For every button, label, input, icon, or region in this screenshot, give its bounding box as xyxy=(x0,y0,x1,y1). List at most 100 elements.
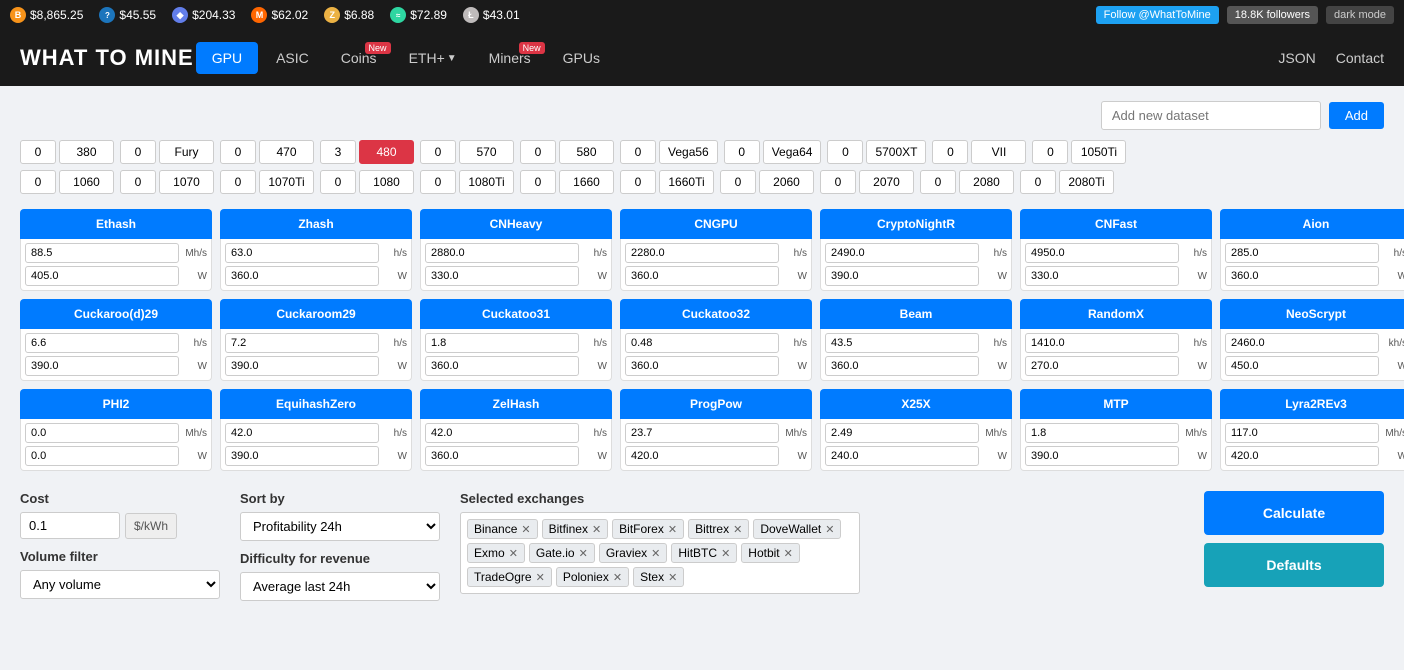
algo-button-cuckaroom29[interactable]: Cuckaroom29 xyxy=(220,299,412,329)
gpu-count-input[interactable] xyxy=(1032,140,1068,164)
algo-power-input-equihashzero[interactable] xyxy=(225,446,379,466)
difficulty-select[interactable]: Average last 24h xyxy=(240,572,440,601)
algo-power-input-cuckarood29[interactable] xyxy=(25,356,179,376)
gpu-count-input[interactable] xyxy=(220,170,256,194)
gpu-count-input[interactable] xyxy=(120,140,156,164)
algo-hashrate-input-ethash[interactable] xyxy=(25,243,179,263)
nav-link-contact[interactable]: Contact xyxy=(1336,50,1384,66)
remove-exchange-graviex[interactable]: ✕ xyxy=(651,547,660,560)
algo-button-x25x[interactable]: X25X xyxy=(820,389,1012,419)
follow-button[interactable]: Follow @WhatToMine xyxy=(1096,6,1219,24)
algo-power-input-cuckaroom29[interactable] xyxy=(225,356,379,376)
gpu-count-input[interactable] xyxy=(724,140,760,164)
gpu-count-input[interactable] xyxy=(620,170,656,194)
algo-button-lyra2rev3[interactable]: Lyra2REv3 xyxy=(1220,389,1404,419)
gpu-count-input[interactable] xyxy=(120,170,156,194)
algo-power-input-cngpu[interactable] xyxy=(625,266,779,286)
algo-button-mtp[interactable]: MTP xyxy=(1020,389,1212,419)
algo-button-cuckarood29[interactable]: Cuckaroo(d)29 xyxy=(20,299,212,329)
algo-hashrate-input-cnfast[interactable] xyxy=(1025,243,1179,263)
algo-power-input-cnfast[interactable] xyxy=(1025,266,1179,286)
algo-power-input-zelhash[interactable] xyxy=(425,446,579,466)
algo-power-input-randomx[interactable] xyxy=(1025,356,1179,376)
algo-hashrate-input-lyra2rev3[interactable] xyxy=(1225,423,1379,443)
algo-button-phi2[interactable]: PHI2 xyxy=(20,389,212,419)
algo-hashrate-input-aion[interactable] xyxy=(1225,243,1379,263)
algo-button-zelhash[interactable]: ZelHash xyxy=(420,389,612,419)
gpu-count-input[interactable] xyxy=(420,140,456,164)
algo-hashrate-input-beam[interactable] xyxy=(825,333,979,353)
algo-hashrate-input-cuckatoo31[interactable] xyxy=(425,333,579,353)
remove-exchange-exmo[interactable]: ✕ xyxy=(509,547,518,560)
algo-hashrate-input-cngpu[interactable] xyxy=(625,243,779,263)
algo-hashrate-input-zelhash[interactable] xyxy=(425,423,579,443)
algo-power-input-cryptonightr[interactable] xyxy=(825,266,979,286)
algo-button-cuckatoo31[interactable]: Cuckatoo31 xyxy=(420,299,612,329)
algo-hashrate-input-cnheavy[interactable] xyxy=(425,243,579,263)
algo-power-input-mtp[interactable] xyxy=(1025,446,1179,466)
remove-exchange-dovewallet[interactable]: ✕ xyxy=(825,523,834,536)
algo-button-randomx[interactable]: RandomX xyxy=(1020,299,1212,329)
remove-exchange-stex[interactable]: ✕ xyxy=(668,571,677,584)
gpu-count-input[interactable] xyxy=(320,170,356,194)
remove-exchange-hotbit[interactable]: ✕ xyxy=(784,547,793,560)
gpu-count-input[interactable] xyxy=(20,170,56,194)
algo-button-cuckatoo32[interactable]: Cuckatoo32 xyxy=(620,299,812,329)
sortby-select[interactable]: Profitability 24h xyxy=(240,512,440,541)
algo-power-input-cnheavy[interactable] xyxy=(425,266,579,286)
algo-hashrate-input-zhash[interactable] xyxy=(225,243,379,263)
gpu-count-input[interactable] xyxy=(320,140,356,164)
remove-exchange-bitfinex[interactable]: ✕ xyxy=(592,523,601,536)
algo-power-input-progpow[interactable] xyxy=(625,446,779,466)
algo-hashrate-input-progpow[interactable] xyxy=(625,423,779,443)
gpu-count-input[interactable] xyxy=(827,140,863,164)
gpu-count-input[interactable] xyxy=(1020,170,1056,194)
algo-power-input-neoscrypt[interactable] xyxy=(1225,356,1379,376)
algo-button-aion[interactable]: Aion xyxy=(1220,209,1404,239)
nav-link-coins[interactable]: CoinsNew xyxy=(325,32,393,84)
algo-button-cngpu[interactable]: CNGPU xyxy=(620,209,812,239)
algo-power-input-zhash[interactable] xyxy=(225,266,379,286)
algo-power-input-aion[interactable] xyxy=(1225,266,1379,286)
remove-exchange-hitbtc[interactable]: ✕ xyxy=(721,547,730,560)
algo-button-ethash[interactable]: Ethash xyxy=(20,209,212,239)
algo-power-input-phi2[interactable] xyxy=(25,446,179,466)
remove-exchange-poloniex[interactable]: ✕ xyxy=(613,571,622,584)
remove-exchange-binance[interactable]: ✕ xyxy=(521,523,530,536)
algo-button-cryptonightr[interactable]: CryptoNightR xyxy=(820,209,1012,239)
nav-link-miners[interactable]: MinersNew xyxy=(473,32,547,84)
algo-button-cnfast[interactable]: CNFast xyxy=(1020,209,1212,239)
algo-hashrate-input-cuckarood29[interactable] xyxy=(25,333,179,353)
dataset-input[interactable] xyxy=(1101,101,1321,130)
algo-hashrate-input-cuckatoo32[interactable] xyxy=(625,333,779,353)
gpu-count-input[interactable] xyxy=(820,170,856,194)
add-dataset-button[interactable]: Add xyxy=(1329,102,1384,129)
cost-input[interactable] xyxy=(20,512,120,539)
algo-hashrate-input-neoscrypt[interactable] xyxy=(1225,333,1379,353)
remove-exchange-bitforex[interactable]: ✕ xyxy=(668,523,677,536)
defaults-button[interactable]: Defaults xyxy=(1204,543,1384,587)
gpu-count-input[interactable] xyxy=(720,170,756,194)
volume-select[interactable]: Any volume xyxy=(20,570,220,599)
algo-hashrate-input-cryptonightr[interactable] xyxy=(825,243,979,263)
algo-button-cnheavy[interactable]: CNHeavy xyxy=(420,209,612,239)
algo-hashrate-input-equihashzero[interactable] xyxy=(225,423,379,443)
algo-hashrate-input-mtp[interactable] xyxy=(1025,423,1179,443)
algo-power-input-lyra2rev3[interactable] xyxy=(1225,446,1379,466)
algo-power-input-ethash[interactable] xyxy=(25,266,179,286)
gpu-count-input[interactable] xyxy=(220,140,256,164)
remove-exchange-gate.io[interactable]: ✕ xyxy=(579,547,588,560)
calculate-button[interactable]: Calculate xyxy=(1204,491,1384,535)
algo-power-input-cuckatoo32[interactable] xyxy=(625,356,779,376)
gpu-count-input[interactable] xyxy=(932,140,968,164)
algo-button-beam[interactable]: Beam xyxy=(820,299,1012,329)
algo-power-input-x25x[interactable] xyxy=(825,446,979,466)
algo-hashrate-input-x25x[interactable] xyxy=(825,423,979,443)
algo-hashrate-input-phi2[interactable] xyxy=(25,423,179,443)
gpu-count-input[interactable] xyxy=(420,170,456,194)
gpu-count-input[interactable] xyxy=(520,170,556,194)
algo-button-equihashzero[interactable]: EquihashZero xyxy=(220,389,412,419)
algo-button-progpow[interactable]: ProgPow xyxy=(620,389,812,419)
algo-button-zhash[interactable]: Zhash xyxy=(220,209,412,239)
algo-hashrate-input-randomx[interactable] xyxy=(1025,333,1179,353)
